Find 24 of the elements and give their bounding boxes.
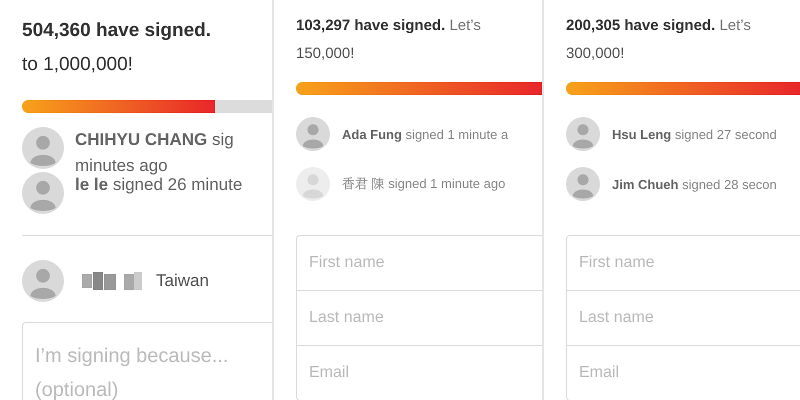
signer-text: 香君 陳 signed 1 minute ago: [342, 175, 506, 193]
signature-count: 103,297 have signed. Let’s: [296, 16, 482, 36]
avatar-icon: [566, 167, 600, 201]
redaction-drawing: [82, 272, 144, 290]
signer-text: Ada Fung signed 1 minute a: [342, 126, 508, 142]
avatar-icon: [22, 127, 64, 169]
signature-count: 200,305 have signed. Let’s: [566, 16, 752, 36]
text-field[interactable]: First name: [566, 235, 800, 291]
signer-text: le le signed 26 minute: [75, 174, 242, 196]
signature-goal: 150,000!: [296, 44, 356, 64]
comment-field[interactable]: I’m signing because... (optional): [22, 322, 272, 400]
avatar-icon: [22, 172, 64, 214]
signer-text: Jim Chueh signed 28 secon: [612, 176, 777, 192]
text-field[interactable]: First name: [296, 235, 542, 291]
avatar-icon: [566, 117, 600, 151]
location-text: Taiwan: [156, 271, 209, 291]
signature-goal: 300,000!: [566, 44, 626, 64]
signer-text: CHIHYU CHANG sig minutes ago: [75, 129, 234, 177]
avatar-icon: [22, 260, 64, 302]
avatar-icon: [296, 117, 330, 151]
signature-goal: to 1,000,000!: [22, 53, 134, 77]
signature-count: 504,360 have signed.: [22, 19, 212, 43]
avatar-icon: [296, 167, 330, 201]
signer-text: Hsu Leng signed 27 second: [612, 126, 777, 142]
